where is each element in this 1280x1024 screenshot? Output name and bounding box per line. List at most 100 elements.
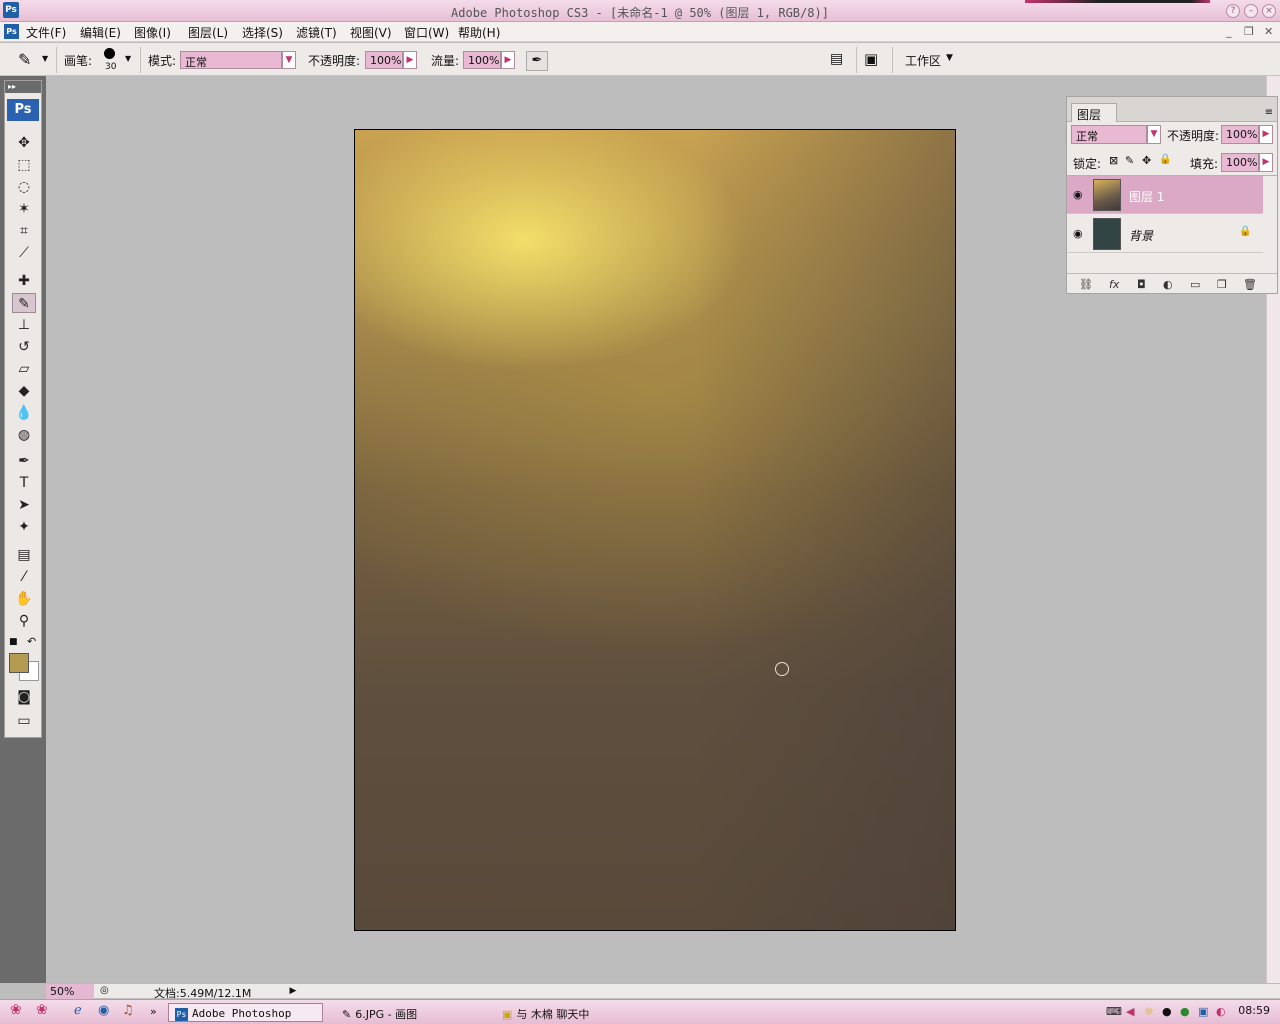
marquee-tool-icon[interactable]: ⬚ bbox=[12, 155, 36, 175]
slice-tool-icon[interactable]: ⟋ bbox=[12, 243, 36, 263]
task-paint[interactable]: ✎ 6.JPG - 画图 bbox=[336, 1003, 486, 1022]
hand-tool-icon[interactable]: ✋ bbox=[12, 589, 36, 609]
workspace-button[interactable]: 工作区 bbox=[905, 52, 941, 69]
more-quicklaunch-icon[interactable]: » bbox=[150, 1005, 157, 1018]
start-button-icon[interactable]: ❀ bbox=[10, 1002, 22, 1018]
magic-wand-tool-icon[interactable]: ✶ bbox=[12, 199, 36, 219]
status-expand-icon[interactable]: ▶ bbox=[286, 984, 300, 999]
minimize-window-button[interactable]: – bbox=[1244, 4, 1258, 18]
help-icon[interactable]: ? bbox=[1226, 4, 1240, 18]
eyedropper-tool-icon[interactable]: ⁄ bbox=[12, 567, 36, 587]
link-layers-icon[interactable]: ⛓ bbox=[1079, 278, 1093, 291]
swap-colors-icon[interactable]: ↶ bbox=[27, 635, 36, 648]
document-icon[interactable]: Ps bbox=[4, 24, 19, 39]
panel-menu-icon[interactable]: ≡ bbox=[1265, 107, 1273, 118]
lock-position-icon[interactable]: ✥ bbox=[1142, 154, 1151, 167]
opacity-input[interactable]: 100% bbox=[365, 51, 403, 69]
brush-dropdown-icon[interactable]: ▼ bbox=[125, 54, 131, 63]
doc-restore-icon[interactable]: ❐ bbox=[1244, 25, 1254, 38]
brush-tool-preset-icon[interactable]: ✎ bbox=[18, 50, 31, 69]
layer-style-icon[interactable]: fx bbox=[1109, 278, 1119, 291]
add-mask-icon[interactable]: ◘ bbox=[1137, 278, 1146, 291]
ie-icon[interactable]: ◉ bbox=[98, 1003, 109, 1018]
tray-network-icon[interactable]: ▣ bbox=[1198, 1005, 1208, 1018]
menu-file[interactable]: 文件(F) bbox=[26, 24, 66, 41]
screen-mode-icon[interactable]: ▭ bbox=[12, 711, 36, 731]
fill-input[interactable]: 100% bbox=[1221, 153, 1259, 172]
notes-tool-icon[interactable]: ▤ bbox=[12, 545, 36, 565]
mode-dropdown-icon[interactable]: ▼ bbox=[282, 51, 296, 69]
blend-dropdown-icon[interactable]: ▼ bbox=[1147, 125, 1161, 144]
zoom-level[interactable]: 50% bbox=[46, 984, 94, 999]
tray-volume-icon[interactable]: ◐ bbox=[1216, 1005, 1226, 1018]
layer-row-layer-1[interactable]: ◉ 图层 1 bbox=[1067, 176, 1263, 214]
flow-slider-icon[interactable]: ▶ bbox=[501, 51, 515, 69]
fill-slider-icon[interactable]: ▶ bbox=[1259, 153, 1273, 172]
custom-shape-tool-icon[interactable]: ✦ bbox=[12, 517, 36, 537]
tab-layers[interactable]: 图层 ✕ bbox=[1071, 103, 1117, 137]
menu-window[interactable]: 窗口(W) bbox=[404, 24, 449, 41]
tray-buddy-icon[interactable]: ● bbox=[1180, 1005, 1190, 1018]
opacity-slider-icon[interactable]: ▶ bbox=[403, 51, 417, 69]
preset-dropdown-icon[interactable]: ▼ bbox=[42, 54, 48, 63]
media-icon[interactable]: ♫ bbox=[122, 1003, 134, 1018]
tray-arrow-icon[interactable]: ◀ bbox=[1126, 1005, 1134, 1018]
move-tool-icon[interactable]: ✥ bbox=[12, 133, 36, 153]
menu-layer[interactable]: 图层(L) bbox=[188, 24, 228, 41]
quicklaunch-icon[interactable]: ❀ bbox=[36, 1002, 48, 1018]
type-tool-icon[interactable]: T bbox=[12, 473, 36, 493]
close-window-button[interactable]: × bbox=[1262, 4, 1276, 18]
brush-tool-icon[interactable]: ✎ bbox=[12, 293, 36, 313]
clone-stamp-tool-icon[interactable]: ⊥ bbox=[12, 315, 36, 335]
task-chat[interactable]: ▣ 与 木棉 聊天中 bbox=[496, 1003, 646, 1022]
airbrush-icon[interactable]: ✒ bbox=[526, 51, 548, 71]
menu-view[interactable]: 视图(V) bbox=[350, 24, 392, 41]
ps-logo[interactable]: Ps bbox=[7, 99, 39, 121]
layer-row-background[interactable]: ◉ 背景 🔒 bbox=[1067, 215, 1263, 253]
lock-all-icon[interactable]: 🔒 bbox=[1159, 154, 1171, 165]
eraser-tool-icon[interactable]: ▱ bbox=[12, 359, 36, 379]
blur-tool-icon[interactable]: 💧 bbox=[12, 403, 36, 423]
bridge-icon[interactable]: ▣ bbox=[864, 50, 878, 68]
new-group-icon[interactable]: ▭ bbox=[1190, 278, 1200, 291]
brush-tip-icon[interactable] bbox=[104, 48, 115, 59]
toolbox-grip-icon[interactable]: ▸▸ bbox=[5, 81, 41, 93]
palette-well-icon[interactable]: ▤ bbox=[830, 51, 843, 67]
layer-opacity-slider-icon[interactable]: ▶ bbox=[1259, 125, 1273, 144]
document-canvas[interactable] bbox=[354, 129, 956, 931]
lock-image-icon[interactable]: ✎ bbox=[1125, 154, 1134, 167]
quick-mask-icon[interactable]: ◙ bbox=[12, 687, 36, 707]
paint-bucket-tool-icon[interactable]: ◆ bbox=[12, 381, 36, 401]
visibility-eye-icon[interactable]: ◉ bbox=[1073, 227, 1083, 240]
dodge-tool-icon[interactable]: ◍ bbox=[12, 425, 36, 445]
layer-opacity-input[interactable]: 100% bbox=[1221, 125, 1259, 144]
qq-icon[interactable]: ● bbox=[1162, 1005, 1172, 1018]
visibility-eye-icon[interactable]: ◉ bbox=[1073, 188, 1083, 201]
delete-layer-icon[interactable]: 🗑 bbox=[1243, 278, 1257, 291]
new-layer-icon[interactable]: ❐ bbox=[1217, 278, 1227, 291]
pen-tool-icon[interactable]: ✒ bbox=[12, 451, 36, 471]
mode-select[interactable]: 正常 bbox=[180, 51, 282, 69]
lasso-tool-icon[interactable]: ◌ bbox=[12, 177, 36, 197]
default-colors-icon[interactable]: ■ bbox=[9, 637, 18, 647]
adjustment-layer-icon[interactable]: ◐ bbox=[1163, 278, 1173, 291]
menu-image[interactable]: 图像(I) bbox=[134, 24, 171, 41]
menu-select[interactable]: 选择(S) bbox=[242, 24, 283, 41]
zoom-tool-icon[interactable]: ⚲ bbox=[12, 611, 36, 631]
doc-close-icon[interactable]: ✕ bbox=[1264, 25, 1273, 38]
foreground-color-swatch[interactable] bbox=[9, 653, 29, 673]
menu-help[interactable]: 帮助(H) bbox=[458, 24, 500, 41]
crop-tool-icon[interactable]: ⌗ bbox=[12, 221, 36, 241]
lock-transparency-icon[interactable]: ⊠ bbox=[1109, 154, 1118, 167]
history-brush-tool-icon[interactable]: ↺ bbox=[12, 337, 36, 357]
menu-edit[interactable]: 编辑(E) bbox=[80, 24, 121, 41]
path-selection-tool-icon[interactable]: ➤ bbox=[12, 495, 36, 515]
task-photoshop[interactable]: PsAdobe Photoshop ... bbox=[168, 1003, 323, 1024]
status-menu-icon[interactable]: ◎ bbox=[100, 985, 109, 996]
flow-input[interactable]: 100% bbox=[463, 51, 501, 69]
tray-weather-icon[interactable]: ☼ bbox=[1144, 1005, 1154, 1018]
browser-icon[interactable]: ℯ bbox=[74, 1003, 82, 1018]
healing-brush-tool-icon[interactable]: ✚ bbox=[12, 271, 36, 291]
doc-minimize-icon[interactable]: _ bbox=[1226, 25, 1232, 38]
workspace-dropdown-icon[interactable]: ▼ bbox=[946, 53, 953, 63]
